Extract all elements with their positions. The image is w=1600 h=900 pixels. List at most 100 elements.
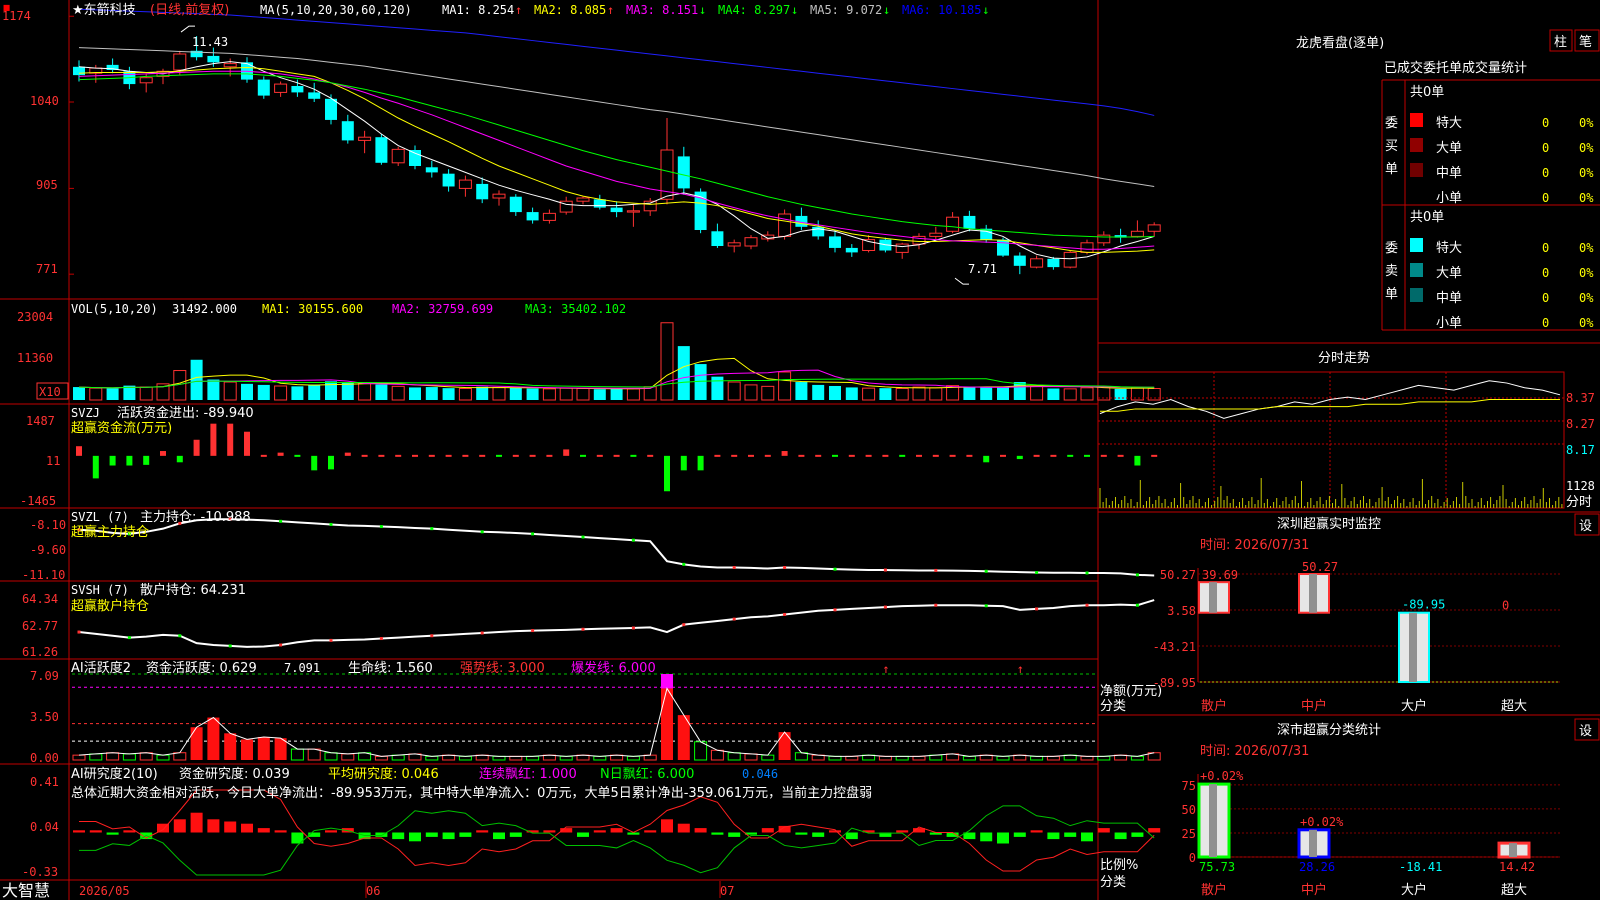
candle-body — [997, 239, 1009, 256]
ai1-bar — [122, 753, 136, 761]
ss-pct-0: +0.02% — [1200, 769, 1244, 783]
svzj-bar — [580, 454, 586, 457]
sz-category-0: 散户 — [1201, 698, 1227, 714]
svzl-tick — [631, 538, 635, 542]
ai2-tick-1: 0.04 — [30, 820, 59, 834]
bar-mode-label: 柱 — [1554, 35, 1567, 50]
svzj-bar — [882, 454, 889, 457]
svzj-bar — [210, 423, 217, 456]
ai1-bar — [912, 755, 926, 761]
svsh-tick — [480, 631, 484, 635]
candle-body — [845, 247, 858, 253]
sell-total: 共0单 — [1410, 210, 1444, 225]
ai2-bar — [493, 832, 505, 840]
lhb-name-1-3: 小单 — [1436, 316, 1462, 331]
vol-ma1: MA1: 30155.600 — [262, 302, 363, 316]
ai2-field1: 资金研究度: 0.039 — [179, 766, 290, 782]
ai1-bar — [341, 753, 355, 761]
svzj-bar — [832, 454, 838, 457]
vol-current: 31492.000 — [172, 302, 237, 316]
svzj-bar — [983, 455, 990, 463]
sz-value-2: -89.95 — [1402, 598, 1445, 612]
ai2-bar — [644, 830, 657, 833]
candle-body — [274, 83, 288, 93]
ai1-bar — [710, 749, 724, 761]
volume-bar — [626, 388, 640, 401]
svsh-tick — [329, 638, 333, 642]
lhb-count-1-3: 0 — [1542, 316, 1549, 330]
svsh-tick — [1085, 603, 1089, 607]
svzj-bar — [126, 455, 133, 466]
svzj-bar — [412, 454, 418, 457]
stock-chart-canvas[interactable]: ↑ ↑ 8.37 8.27 8.17 1128 分时 50.27 3.58 -43.21 -89… — [0, 0, 1600, 900]
ai1-field2: 7.091 — [284, 661, 320, 675]
ai1-strong: 强势线: 3.000 — [460, 660, 545, 676]
volume-bar — [660, 322, 674, 401]
svzj-bar — [395, 454, 402, 457]
volume-bar — [358, 382, 372, 401]
svzj-bar — [496, 454, 502, 457]
ai2-bar — [677, 823, 690, 833]
ai1-bar — [845, 755, 859, 761]
volume-bar — [761, 385, 775, 401]
ai2-bar — [610, 828, 623, 833]
svzj-bar — [899, 454, 906, 457]
candle-body — [1063, 251, 1077, 268]
svsh-tick — [631, 626, 635, 630]
volume-bar — [526, 388, 539, 400]
ai1-bar — [1130, 755, 1144, 761]
ai1-bar — [458, 755, 472, 761]
svzj-bar — [680, 455, 687, 471]
ai1-bar — [1080, 755, 1094, 761]
ai1-bar — [190, 727, 203, 760]
candle-body — [1030, 258, 1044, 268]
ai2-bar — [106, 832, 119, 835]
ai2-field4: N日飘红: 6.000 — [600, 766, 694, 782]
ai2-bar — [509, 832, 522, 837]
sz-settings-label: 设 — [1579, 519, 1592, 534]
vol-head: VOL(5,10,20) — [71, 302, 158, 316]
candle-body — [829, 236, 841, 248]
ai1-bar — [1097, 755, 1111, 761]
svzl-tick — [1135, 573, 1139, 577]
ai2-bar — [1148, 828, 1161, 833]
ai1-bar — [1046, 755, 1060, 761]
candle-body — [1013, 255, 1026, 266]
ai2-bar — [694, 828, 707, 833]
svsh-tick — [581, 627, 585, 631]
fs-tick-0: 8.37 — [1566, 391, 1595, 405]
ai1-bar — [106, 752, 120, 761]
svzj-bar — [76, 446, 82, 456]
price-tick-3: 771 — [36, 262, 58, 276]
lhb-side-1-2: 单 — [1385, 287, 1398, 302]
svzl-tick-1: -9.60 — [30, 543, 66, 557]
price-tick-1: 1040 — [30, 94, 59, 108]
brand-logo[interactable]: 大智慧 — [2, 881, 50, 900]
svzj-bar — [1050, 454, 1057, 457]
volume-bar — [274, 385, 288, 401]
svzj-bar — [714, 454, 721, 457]
lhb-count-0-0: 0 — [1542, 116, 1549, 130]
sz-category-2: 大户 — [1401, 698, 1427, 714]
ai1-bar — [72, 754, 86, 761]
ai2-bar — [896, 830, 909, 833]
ma-legend-arrow-2: ↑ — [607, 3, 614, 17]
svzl-tick-2: -11.10 — [22, 568, 65, 582]
candle-body — [139, 77, 153, 84]
lhb-pct-1-3: 0% — [1579, 316, 1594, 330]
fs-tick-1: 8.27 — [1566, 417, 1595, 431]
sz-time: 时间: 2026/07/31 — [1200, 538, 1309, 553]
ai1-up-arrow: ↑ — [1017, 662, 1024, 676]
sz-category-3: 超大 — [1501, 699, 1527, 714]
ai2-bar — [661, 819, 673, 833]
volume-bar — [207, 379, 220, 400]
ai1-bar — [156, 754, 170, 761]
ma-legend-arrow-1: ↑ — [515, 3, 522, 17]
ss-bar-shade-3 — [1509, 843, 1517, 857]
ma-legend-arrow-3: ↓ — [699, 3, 706, 17]
ai1-bar — [878, 755, 892, 761]
period-label[interactable]: (日线,前复权) — [150, 2, 229, 18]
svsh-tick — [682, 623, 686, 627]
svzj-bar — [630, 454, 637, 457]
ai1-bar — [241, 739, 253, 760]
